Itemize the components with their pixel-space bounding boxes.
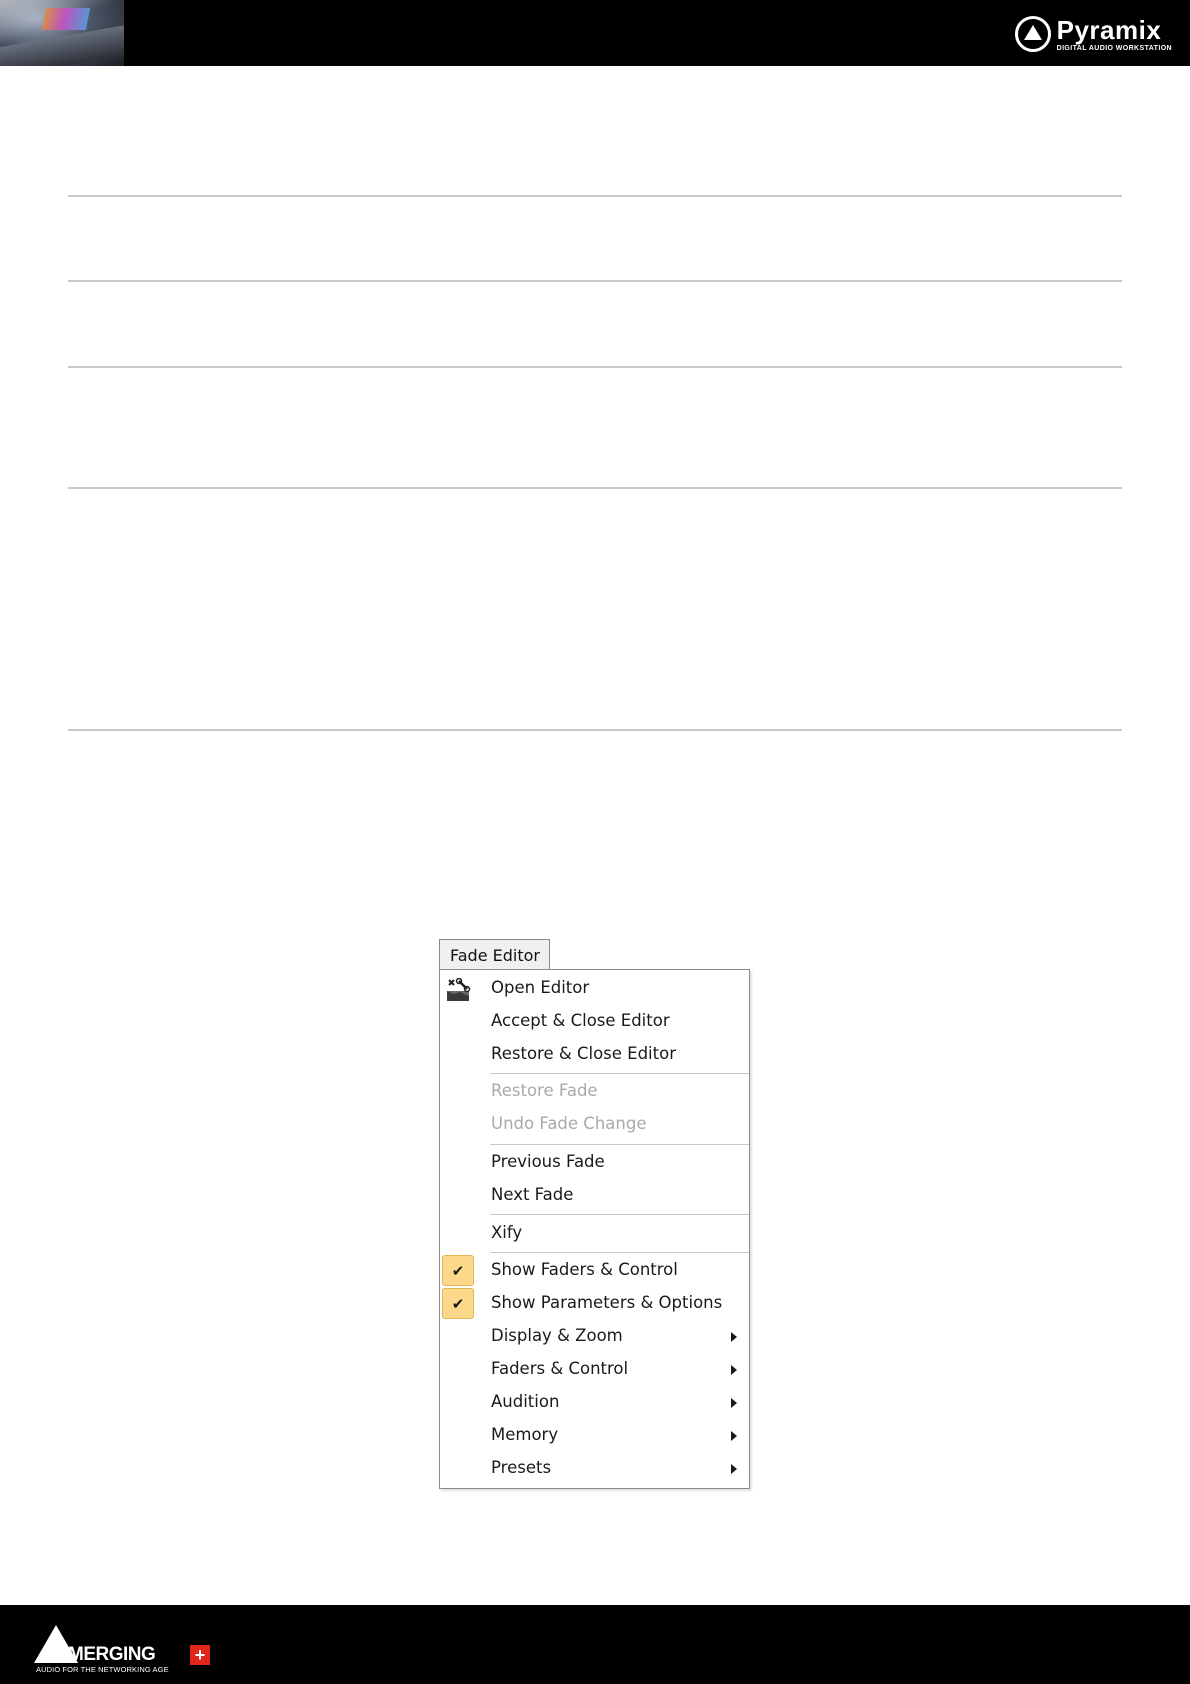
rule-line [68, 280, 1122, 282]
checkmark-icon: ✔ [442, 1255, 474, 1286]
menu-item-undo-fade-change: Undo Fade Change [440, 1108, 749, 1141]
submenu-arrow-icon [731, 1398, 737, 1408]
merging-logo: MERGING + AUDIO FOR THE NETWORKING AGE [34, 1625, 214, 1675]
menu-item-label: Faders & Control [491, 1359, 629, 1378]
menu-item-faders-control[interactable]: Faders & Control [440, 1353, 749, 1386]
menu-item-label: Memory [491, 1425, 559, 1444]
menu-item-label: Display & Zoom [491, 1326, 623, 1345]
menu-item-restore-close-editor[interactable]: Restore & Close Editor [440, 1038, 749, 1071]
menu-item-presets[interactable]: Presets [440, 1452, 749, 1485]
menu-item-label: Restore & Close Editor [491, 1044, 676, 1063]
menu-item-show-faders-control[interactable]: ✔ Show Faders & Control [440, 1254, 749, 1287]
rule-line [68, 729, 1122, 731]
merging-tagline: AUDIO FOR THE NETWORKING AGE [36, 1665, 169, 1674]
menu-item-label: Open Editor [491, 978, 590, 997]
menu-item-display-zoom[interactable]: Display & Zoom [440, 1320, 749, 1353]
menu-item-label: Audition [491, 1392, 560, 1411]
brand-name: Pyramix [1056, 14, 1162, 45]
menu-item-label: Restore Fade [491, 1081, 598, 1100]
rule-line [68, 487, 1122, 489]
manual-page: Pyramix DIGITAL AUDIO WORKSTATION Fade E… [0, 0, 1190, 1684]
menu-item-memory[interactable]: Memory [440, 1419, 749, 1452]
menu-title-fade-editor[interactable]: Fade Editor [439, 939, 550, 969]
menu-item-label: Previous Fade [491, 1152, 605, 1171]
menu-item-audition[interactable]: Audition [440, 1386, 749, 1419]
merging-plus-icon: + [190, 1645, 210, 1665]
rule-line [68, 195, 1122, 197]
menu-item-next-fade[interactable]: Next Fade [440, 1179, 749, 1212]
page-header: Pyramix DIGITAL AUDIO WORKSTATION [0, 0, 1190, 66]
submenu-arrow-icon [731, 1332, 737, 1342]
menu-separator [490, 1144, 749, 1145]
studio-screen [41, 8, 91, 30]
menu-item-label: Show Faders & Control [491, 1260, 678, 1279]
menu-item-previous-fade[interactable]: Previous Fade [440, 1146, 749, 1179]
menu-item-label: Next Fade [491, 1185, 574, 1204]
pyramix-logo-icon [1014, 16, 1051, 52]
menu-separator [490, 1214, 749, 1215]
menu-item-label: Accept & Close Editor [491, 1011, 670, 1030]
menu-item-show-parameters-options[interactable]: ✔ Show Parameters & Options [440, 1287, 749, 1320]
page-footer: MERGING + AUDIO FOR THE NETWORKING AGE [0, 1605, 1190, 1684]
merging-brand-name: MERGING [68, 1644, 156, 1665]
editor-tool-icon [447, 978, 471, 1001]
menu-item-label: Undo Fade Change [491, 1114, 647, 1133]
menu-item-label: Presets [491, 1458, 552, 1477]
submenu-arrow-icon [731, 1464, 737, 1474]
checkmark-icon: ✔ [442, 1288, 474, 1319]
rule-line [68, 366, 1122, 368]
menu-item-label: Show Parameters & Options [491, 1293, 723, 1312]
menu-item-label: Xify [491, 1223, 523, 1242]
brand-subtitle: DIGITAL AUDIO WORKSTATION [1056, 44, 1172, 52]
submenu-arrow-icon [731, 1365, 737, 1375]
studio-console [0, 23, 124, 66]
fade-editor-menu: Open Editor Accept & Close Editor Restor… [439, 969, 750, 1489]
studio-photo [0, 0, 124, 66]
submenu-arrow-icon [731, 1431, 737, 1441]
menu-item-accept-close-editor[interactable]: Accept & Close Editor [440, 1005, 749, 1038]
menu-item-xify[interactable]: Xify [440, 1217, 749, 1250]
menu-item-open-editor[interactable]: Open Editor [440, 972, 749, 1005]
menu-item-restore-fade: Restore Fade [440, 1075, 749, 1108]
pyramix-logo: Pyramix DIGITAL AUDIO WORKSTATION [1014, 12, 1172, 56]
menu-separator [490, 1073, 749, 1074]
menu-separator [490, 1252, 749, 1253]
